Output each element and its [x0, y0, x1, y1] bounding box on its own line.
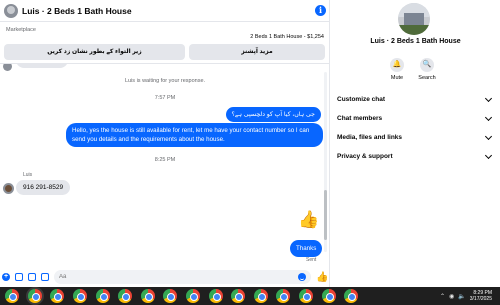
search-label: Search [418, 75, 436, 81]
privacy-support-row[interactable]: Privacy & support [337, 151, 494, 160]
messenger-app: Luis · 2 Beds 1 Bath House i Marketplace… [0, 0, 500, 287]
thumbs-up-icon[interactable]: 👍 [298, 211, 319, 229]
message-input-wrapper [54, 270, 311, 284]
message-thread: Luis is waiting for your response. 7:57 … [0, 64, 330, 267]
chrome-icon[interactable] [5, 289, 20, 303]
mute-button[interactable]: 🔔 Mute [385, 58, 409, 81]
thread-scrollbar[interactable] [324, 72, 327, 252]
more-options-button[interactable]: مزید آپشنز [189, 44, 325, 60]
chrome-icon[interactable] [163, 289, 178, 303]
chrome-icon[interactable] [208, 289, 223, 303]
chrome-icon[interactable] [186, 289, 201, 303]
system-message: Luis is waiting for your response. [124, 78, 206, 84]
chrome-icon[interactable] [27, 289, 42, 303]
sticker-icon[interactable] [28, 273, 36, 281]
emoji-icon[interactable] [298, 273, 306, 281]
plus-icon[interactable]: + [2, 273, 10, 281]
gif-icon[interactable] [41, 273, 49, 281]
chat-avatar[interactable] [4, 3, 18, 18]
chrome-icon[interactable] [253, 289, 268, 303]
customize-chat-row[interactable]: Customize chat [337, 94, 494, 103]
search-icon: 🔍 [420, 58, 434, 72]
mark-pending-button[interactable]: زیر التواء کے بطور نشان زد کریں [4, 44, 185, 60]
chrome-icon[interactable] [344, 289, 359, 303]
avatar [3, 64, 12, 71]
sent-status: Sent [306, 257, 317, 263]
bell-icon: 🔔 [390, 58, 404, 72]
chrome-icon[interactable] [95, 289, 110, 303]
chevron-down-icon [484, 113, 493, 121]
chrome-icon[interactable] [276, 289, 291, 303]
chevron-down-icon [484, 151, 493, 159]
row-label: Privacy & support [337, 153, 393, 160]
chat-members-row[interactable]: Chat members [337, 113, 494, 122]
chrome-icon[interactable] [140, 289, 155, 303]
outgoing-message[interactable]: Hello, yes the house is still available … [66, 123, 323, 147]
info-icon[interactable]: i [315, 5, 326, 16]
previous-message-bubble [16, 64, 68, 68]
conversation-avatar [398, 3, 430, 35]
media-files-row[interactable]: Media, files and links [337, 132, 494, 141]
chat-panel: Luis · 2 Beds 1 Bath House i Marketplace… [0, 0, 330, 287]
timestamp: 8:25 PM [154, 157, 176, 163]
listing-title[interactable]: 2 Beds 1 Bath House - $1,254 [250, 34, 324, 40]
wifi-icon[interactable]: ◉ [449, 293, 454, 300]
mute-label: Mute [390, 75, 404, 81]
system-tray: ⌃ ◉ 🔈 8:29 PM 3/17/2025 [440, 287, 496, 305]
chrome-icon[interactable] [118, 289, 133, 303]
image-icon[interactable] [15, 273, 23, 281]
incoming-message[interactable]: 916 291-8529 [16, 180, 71, 195]
sender-name: Luis [23, 172, 33, 178]
chrome-icon[interactable] [299, 289, 314, 303]
message-input[interactable] [59, 274, 298, 280]
clock[interactable]: 8:29 PM 3/17/2025 [470, 290, 492, 302]
speaker-icon[interactable]: 🔈 [458, 293, 465, 300]
row-label: Chat members [337, 115, 383, 122]
chat-title[interactable]: Luis · 2 Beds 1 Bath House [22, 6, 315, 16]
like-icon[interactable]: 👍 [316, 272, 328, 283]
timestamp: 7:57 PM [154, 95, 176, 101]
chrome-icon[interactable] [50, 289, 65, 303]
chevron-up-icon[interactable]: ⌃ [440, 293, 445, 300]
search-button[interactable]: 🔍 Search [415, 58, 439, 81]
row-label: Media, files and links [337, 134, 403, 141]
conversation-name: Luis · 2 Beds 1 Bath House [370, 38, 461, 45]
marketplace-label: Marketplace [6, 27, 36, 33]
taskbar: ⌃ ◉ 🔈 8:29 PM 3/17/2025 [0, 287, 500, 305]
composer: + 👍 [0, 267, 330, 287]
chat-header: Luis · 2 Beds 1 Bath House i [0, 0, 330, 22]
taskbar-apps [1, 289, 363, 303]
row-label: Customize chat [337, 96, 386, 103]
outgoing-message[interactable]: Thanks [290, 240, 323, 257]
outgoing-message[interactable]: جی ہاں، کیا آپ کو دلچسپی ہے؟ [225, 107, 321, 122]
chevron-down-icon [484, 132, 493, 140]
conversation-details: Luis · 2 Beds 1 Bath House 🔔 Mute 🔍 Sear… [331, 0, 500, 287]
chrome-icon[interactable] [73, 289, 88, 303]
chrome-icon[interactable] [321, 289, 336, 303]
chevron-down-icon [484, 94, 493, 102]
sender-avatar[interactable] [3, 183, 14, 194]
chrome-icon[interactable] [231, 289, 246, 303]
clock-date: 3/17/2025 [469, 296, 492, 302]
